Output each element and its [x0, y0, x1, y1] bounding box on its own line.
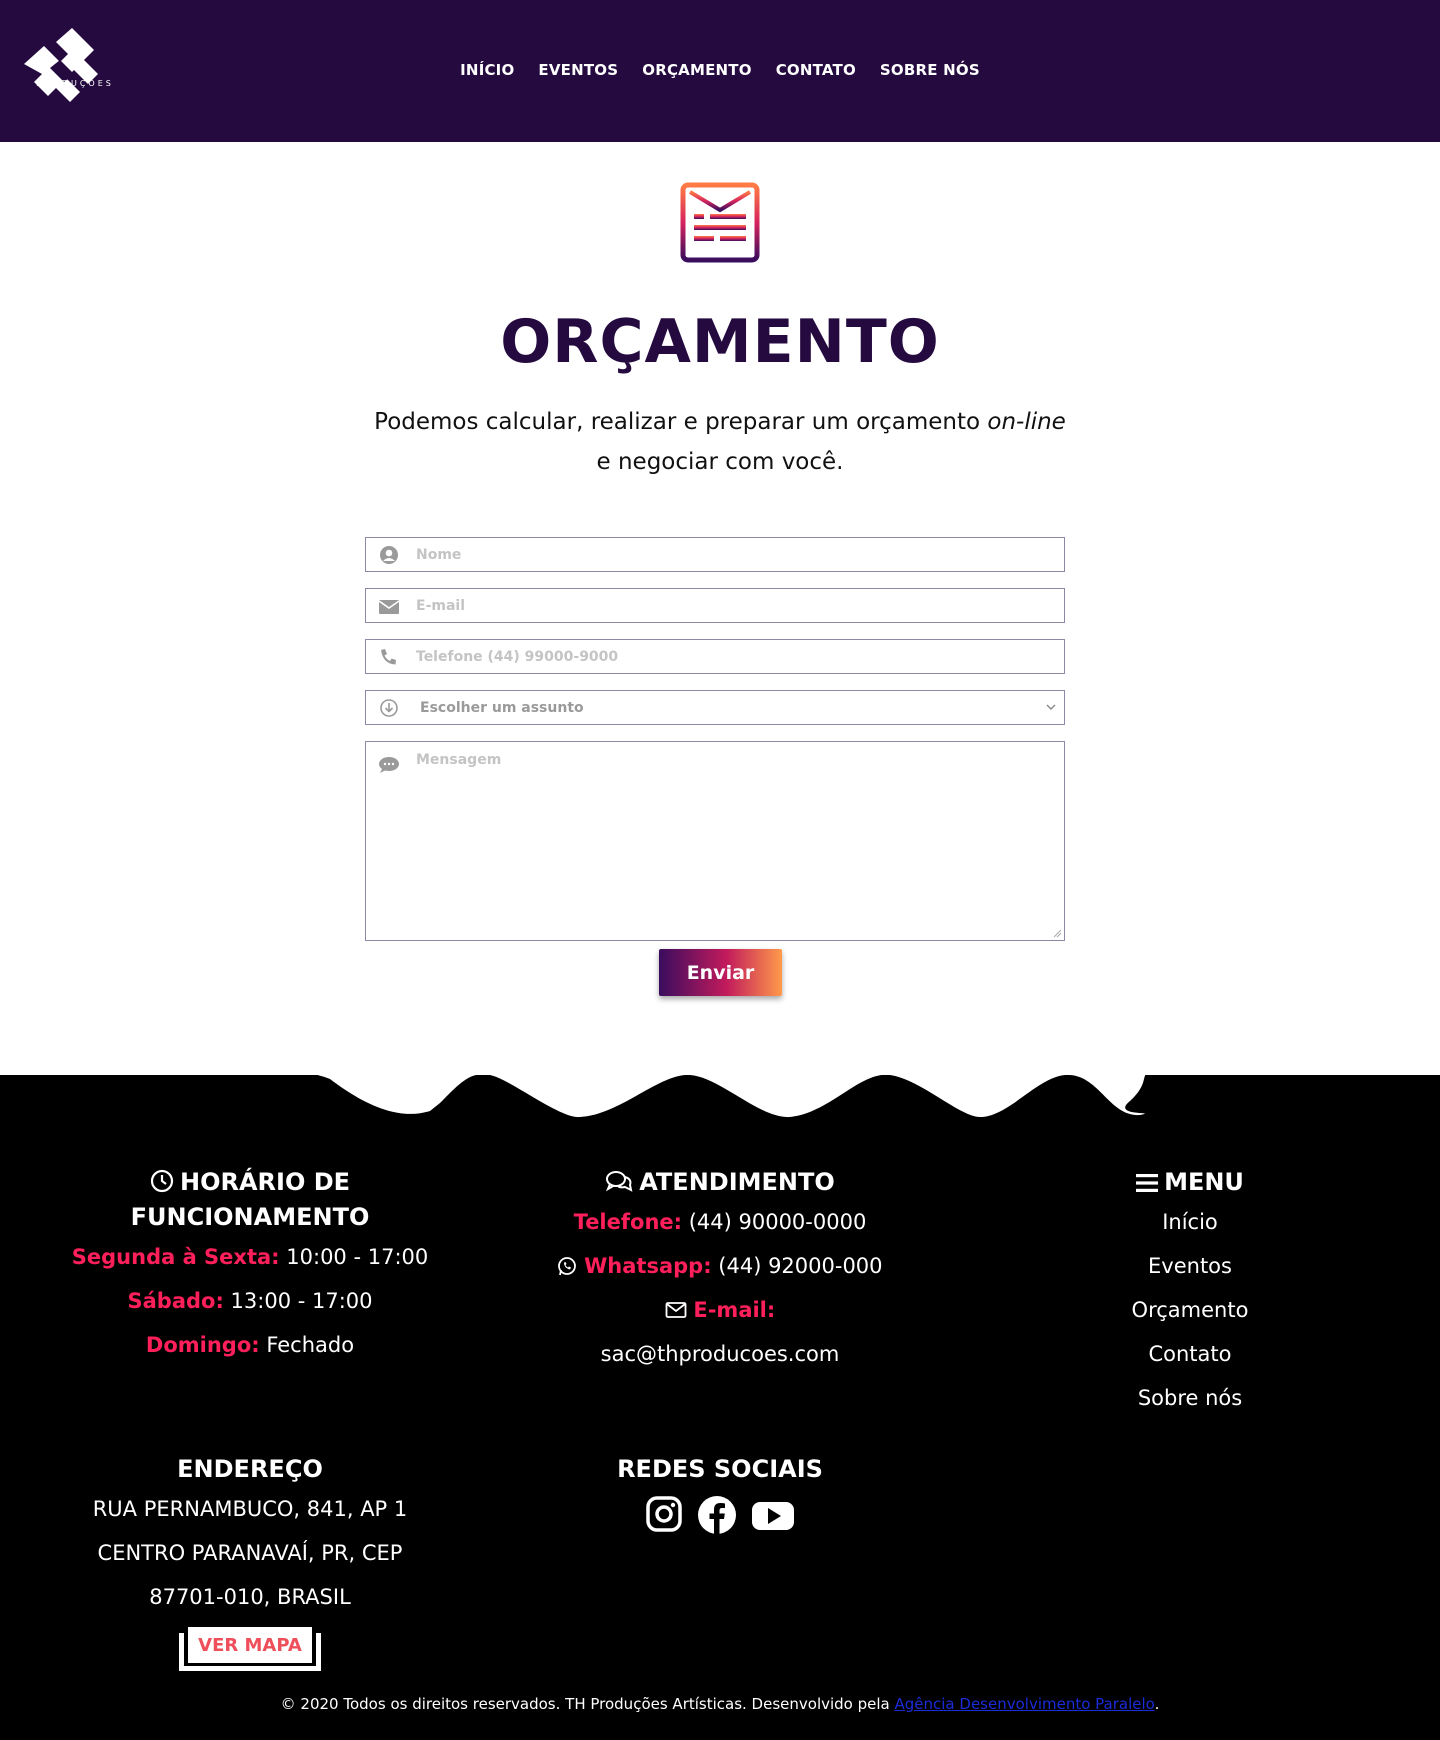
instagram-icon[interactable]	[645, 1495, 683, 1539]
address-line: RUA PERNAMBUCO, 841, AP 1	[92, 1497, 408, 1521]
page-subtitle: Podemos calcular, realizar e preparar um…	[370, 402, 1070, 482]
hours-label: Sábado:	[127, 1289, 224, 1313]
menu-heading: MENU	[1040, 1165, 1340, 1200]
clock-icon	[150, 1169, 174, 1193]
user-icon	[380, 546, 398, 564]
email-input[interactable]	[416, 589, 1046, 622]
contact-phone-row: Telefone: (44) 90000-0000	[520, 1200, 920, 1244]
contact-whatsapp-row: Whatsapp: (44) 92000-000	[520, 1244, 920, 1288]
address-column: ENDEREÇO RUA PERNAMBUCO, 841, AP 1 CENTR…	[60, 1452, 440, 1672]
view-map-button[interactable]: VER MAPA	[188, 1627, 312, 1663]
whatsapp-label: Whatsapp:	[584, 1254, 712, 1278]
menu-title: MENU	[1164, 1168, 1244, 1196]
copyright-text: © 2020 Todos os direitos reservados. TH …	[280, 1695, 895, 1713]
email-field-wrapper	[365, 588, 1065, 623]
footer-menu-contato[interactable]: Contato	[1040, 1332, 1340, 1376]
subject-select[interactable]: Escolher um assunto	[420, 691, 1050, 724]
social-icons	[520, 1495, 920, 1539]
page-title: ORÇAMENTO	[500, 307, 940, 377]
footer-menu-eventos[interactable]: Eventos	[1040, 1244, 1340, 1288]
whatsapp-value[interactable]: (44) 92000-000	[712, 1254, 882, 1278]
resize-grip-icon[interactable]	[1052, 928, 1062, 938]
hours-column: HORÁRIO DE FUNCIONAMENTO Segunda à Sexta…	[60, 1165, 440, 1367]
bars-icon	[1136, 1174, 1159, 1192]
main-nav: INÍCIO EVENTOS ORÇAMENTO CONTATO SOBRE N…	[0, 60, 1440, 79]
hours-row-weekdays: Segunda à Sexta: 10:00 - 17:00	[60, 1235, 440, 1279]
subtitle-text-1: Podemos calcular, realizar e preparar um…	[374, 409, 988, 435]
footer-menu-orcamento[interactable]: Orçamento	[1040, 1288, 1340, 1332]
footer-wave	[0, 1073, 1440, 1118]
nav-contato[interactable]: CONTATO	[776, 61, 856, 79]
hours-label: Segunda à Sexta:	[71, 1245, 280, 1269]
nav-orcamento[interactable]: ORÇAMENTO	[642, 61, 751, 79]
comments-icon	[606, 1171, 633, 1192]
phone-icon	[381, 649, 396, 665]
whatsapp-icon	[558, 1257, 577, 1276]
youtube-icon[interactable]	[751, 1495, 795, 1539]
facebook-icon[interactable]	[697, 1495, 737, 1539]
phone-value[interactable]: (44) 90000-0000	[682, 1210, 867, 1234]
contact-email-value[interactable]: sac@thproducoes.com	[520, 1332, 920, 1376]
menu-column: MENU Início Eventos Orçamento Contato So…	[1040, 1165, 1340, 1420]
address-line: 87701-010, BRASIL	[149, 1585, 351, 1609]
budget-section: ORÇAMENTO Podemos calcular, realizar e p…	[0, 142, 1440, 1075]
contact-column: ATENDIMENTO Telefone: (44) 90000-0000 Wh…	[520, 1165, 920, 1376]
footer-menu-sobre-nos[interactable]: Sobre nós	[1040, 1376, 1340, 1420]
hours-row-saturday: Sábado: 13:00 - 17:00	[60, 1279, 440, 1323]
contact-title: ATENDIMENTO	[639, 1168, 835, 1196]
map-button-wrapper: VER MAPA	[179, 1627, 321, 1672]
message-textarea[interactable]	[416, 752, 1046, 932]
phone-field-wrapper	[365, 639, 1065, 674]
name-field-wrapper	[365, 537, 1065, 572]
arrow-circle-down-icon	[380, 699, 398, 717]
comment-icon	[379, 757, 399, 773]
hours-label: Domingo:	[145, 1333, 260, 1357]
envelope-icon	[378, 600, 400, 614]
hours-value: Fechado	[259, 1333, 355, 1357]
address-title: ENDEREÇO	[177, 1455, 323, 1483]
nav-sobre-nos[interactable]: SOBRE NÓS	[880, 61, 980, 79]
copyright: © 2020 Todos os direitos reservados. TH …	[0, 1695, 1440, 1713]
subtitle-text-2: e negociar com você.	[596, 449, 844, 475]
envelope-outline-icon	[665, 1302, 687, 1318]
social-title: REDES SOCIAIS	[617, 1455, 823, 1483]
site-header: PRODUÇÕES INÍCIO EVENTOS ORÇAMENTO CONTA…	[0, 0, 1440, 142]
subject-field-wrapper: Escolher um assunto	[365, 690, 1065, 725]
chevron-down-icon	[1046, 704, 1056, 710]
subtitle-emphasis: on-line	[987, 409, 1066, 435]
address-line: CENTRO PARANAVAÍ, PR, CEP	[97, 1541, 403, 1565]
agency-link[interactable]: Agência Desenvolvimento Paralelo	[895, 1695, 1155, 1713]
site-footer: HORÁRIO DE FUNCIONAMENTO Segunda à Sexta…	[0, 1073, 1440, 1740]
budget-envelope-icon	[680, 182, 760, 263]
phone-input[interactable]	[416, 640, 1046, 673]
copyright-end: .	[1154, 1695, 1160, 1713]
footer-menu-inicio[interactable]: Início	[1040, 1200, 1340, 1244]
hours-value: 10:00 - 17:00	[279, 1245, 429, 1269]
email-label: E-mail:	[693, 1298, 776, 1322]
phone-label: Telefone:	[573, 1210, 683, 1234]
send-button[interactable]: Enviar	[659, 949, 782, 996]
hours-value: 13:00 - 17:00	[223, 1289, 373, 1313]
nav-inicio[interactable]: INÍCIO	[460, 61, 514, 79]
contact-email-row: E-mail:	[520, 1288, 920, 1332]
nav-eventos[interactable]: EVENTOS	[538, 61, 618, 79]
name-input[interactable]	[416, 538, 1046, 571]
message-field-wrapper	[365, 741, 1065, 941]
hours-row-sunday: Domingo: Fechado	[60, 1323, 440, 1367]
contact-heading: ATENDIMENTO	[520, 1165, 920, 1200]
hours-heading: HORÁRIO DE FUNCIONAMENTO	[60, 1165, 440, 1235]
social-column: REDES SOCIAIS	[520, 1452, 920, 1539]
budget-form: Escolher um assunto Enviar	[365, 537, 1065, 996]
